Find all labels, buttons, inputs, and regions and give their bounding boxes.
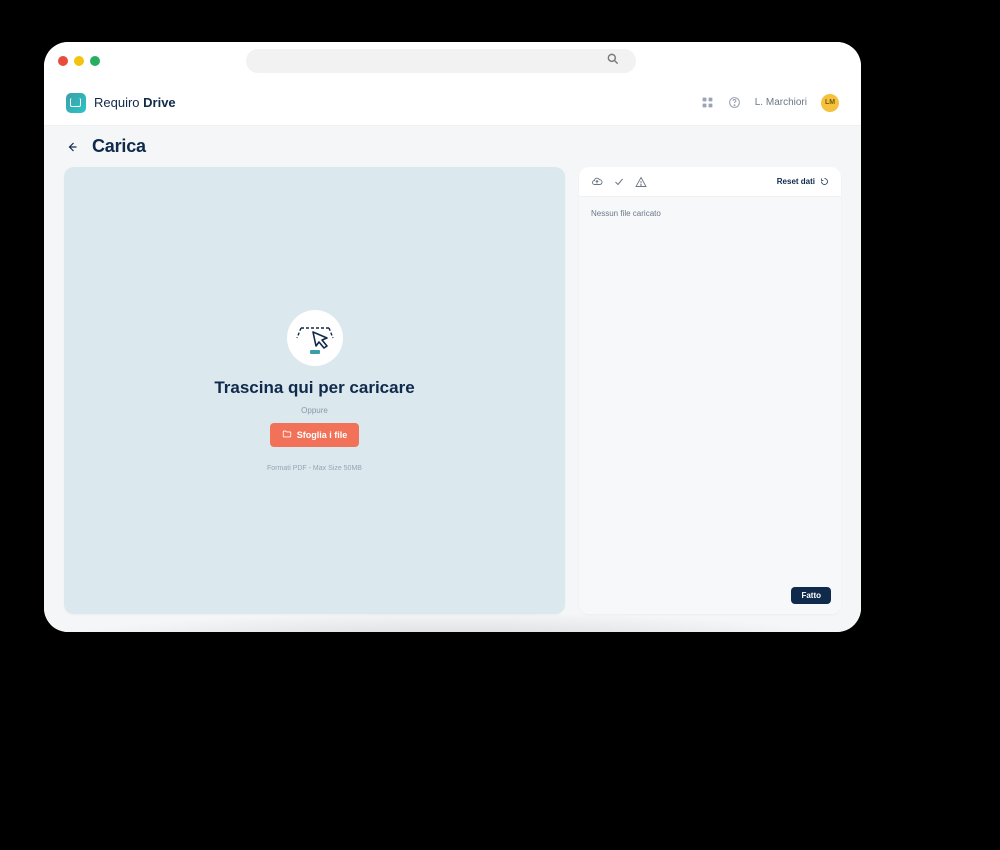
reset-data-button[interactable]: Reset dati [777, 177, 829, 186]
brand[interactable]: Requiro Drive [66, 93, 176, 113]
apps-grid-icon[interactable] [701, 96, 714, 109]
help-icon[interactable] [728, 96, 741, 109]
cloud-upload-icon[interactable] [591, 176, 603, 188]
window-close-dot[interactable] [58, 56, 68, 66]
back-button[interactable] [66, 141, 78, 153]
dropzone-hint: Formati PDF - Max Size 50MB [267, 465, 362, 472]
brand-logo-icon [66, 93, 86, 113]
tablet-frame: Requiro Drive L. Marchiori LM Carica [30, 28, 875, 646]
panel-header: Reset dati [579, 167, 841, 197]
page-title: Carica [92, 136, 146, 157]
warning-icon[interactable] [635, 176, 647, 188]
browse-files-label: Sfoglia i file [297, 430, 348, 440]
title-row: Carica [44, 126, 861, 161]
window-maximize-dot[interactable] [90, 56, 100, 66]
user-name[interactable]: L. Marchiori [755, 97, 807, 108]
browser-bar [44, 42, 861, 80]
check-icon[interactable] [613, 176, 625, 188]
header-actions: L. Marchiori LM [701, 94, 839, 112]
panel-body: Nessun file caricato Fatto [579, 197, 841, 614]
empty-state-text: Nessun file caricato [591, 209, 661, 218]
done-button[interactable]: Fatto [791, 587, 831, 604]
folder-icon [282, 429, 292, 441]
upload-dropzone[interactable]: Trascina qui per caricare Oppure Sfoglia… [64, 167, 565, 614]
screen: Requiro Drive L. Marchiori LM Carica [44, 42, 861, 632]
browse-files-button[interactable]: Sfoglia i file [270, 423, 360, 447]
upload-status-panel: Reset dati Nessun file caricato Fatto [579, 167, 841, 614]
search-icon [606, 52, 620, 71]
window-minimize-dot[interactable] [74, 56, 84, 66]
url-bar[interactable] [246, 49, 636, 73]
reset-data-label: Reset dati [777, 177, 815, 186]
app-header: Requiro Drive L. Marchiori LM [44, 80, 861, 126]
content-area: Trascina qui per caricare Oppure Sfoglia… [44, 161, 861, 632]
brand-name: Requiro Drive [94, 95, 176, 110]
avatar[interactable]: LM [821, 94, 839, 112]
dropzone-illustration [287, 310, 343, 366]
dropzone-or-text: Oppure [301, 406, 328, 415]
dropzone-title: Trascina qui per caricare [214, 378, 414, 398]
